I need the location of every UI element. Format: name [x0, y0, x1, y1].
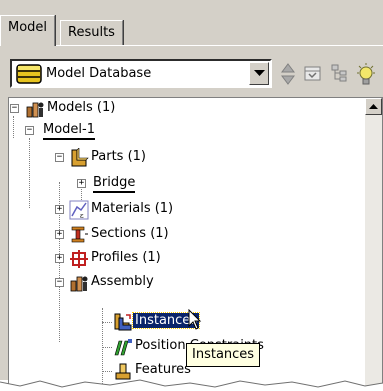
model-database-value: Model Database [46, 66, 152, 81]
hierarchy-icon[interactable] [330, 63, 348, 87]
tree-label-models: Models (1) [47, 100, 116, 115]
collapse-toggle[interactable]: − [55, 153, 64, 162]
mouse-pointer-icon [188, 308, 202, 335]
tab-results-label: Results [68, 25, 115, 40]
tab-model[interactable]: Model [0, 15, 56, 46]
instances-tooltip: Instances [186, 343, 261, 367]
tab-model-label: Model [8, 20, 48, 35]
chevron-up-icon [369, 104, 378, 109]
tree-node-materials[interactable]: + ε Materials (1) [9, 199, 349, 221]
tree-node-assembly[interactable]: − Assembly [9, 272, 349, 294]
expand-toggle[interactable]: + [55, 254, 64, 263]
tab-results[interactable]: Results [60, 20, 123, 45]
instances-icon [113, 312, 133, 336]
sections-icon [69, 225, 89, 249]
tree-node-position-constraints[interactable]: Position Constraints [9, 336, 349, 358]
tree-label-model-1: Model-1 [43, 122, 95, 140]
svg-text:ε: ε [80, 212, 84, 220]
tree-label-assembly: Assembly [91, 274, 154, 289]
collapse-toggle[interactable]: − [25, 126, 34, 135]
parts-icon [69, 147, 89, 172]
expand-toggle[interactable]: + [55, 205, 64, 214]
up-down-arrows-icon[interactable] [281, 63, 295, 89]
model-database-combo[interactable]: Model Database [10, 59, 272, 88]
expand-toggle[interactable]: + [55, 230, 64, 239]
tree-label-materials: Materials (1) [91, 201, 174, 216]
filter-tree-icon[interactable] [303, 63, 323, 87]
expand-toggle[interactable]: + [77, 179, 86, 188]
tree-node-bridge[interactable]: + Bridge [9, 173, 349, 195]
tree-label-parts: Parts (1) [91, 149, 146, 164]
profiles-icon [69, 249, 89, 273]
tree-node-model-1[interactable]: − Model-1 [9, 120, 349, 142]
vertical-scrollbar[interactable] [365, 98, 382, 388]
tree-label-features: Features [135, 362, 191, 377]
tree-node-models[interactable]: − Models (1) [9, 98, 349, 120]
light-bulb-icon[interactable] [355, 63, 377, 91]
torn-edge [0, 379, 383, 391]
tree-node-instances[interactable]: Instances [9, 311, 349, 333]
assembly-icon [69, 273, 89, 297]
tree-label-profiles: Profiles (1) [91, 250, 161, 265]
database-icon [16, 64, 42, 88]
tree-label-bridge: Bridge [93, 175, 136, 193]
tree-node-profiles[interactable]: + Profiles (1) [9, 248, 349, 270]
collapse-toggle[interactable]: − [55, 278, 64, 287]
chevron-down-icon [253, 70, 265, 76]
tab-divider [0, 45, 383, 46]
tree-node-sections[interactable]: + Sections (1) [9, 224, 349, 246]
tree-label-sections: Sections (1) [91, 226, 169, 241]
combo-dropdown-button[interactable] [249, 62, 269, 85]
scroll-up-button[interactable] [365, 98, 382, 115]
position-constraints-icon [113, 337, 133, 361]
materials-icon: ε [69, 200, 89, 224]
collapse-toggle[interactable]: − [10, 104, 19, 113]
tree-node-parts[interactable]: − Parts (1) [9, 147, 349, 169]
